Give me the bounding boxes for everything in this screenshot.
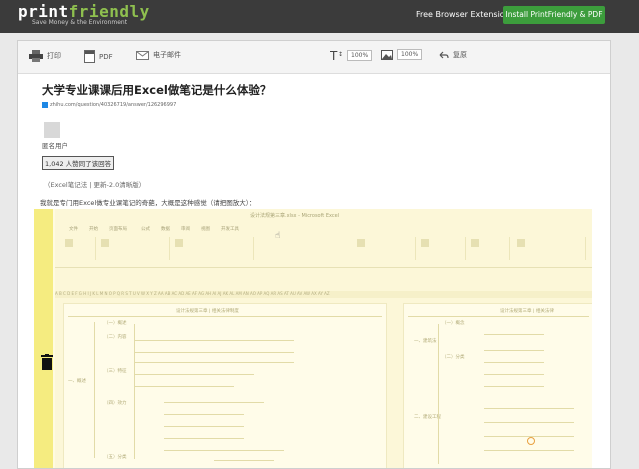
toolbar: 打印 PDF 电子邮件 T ↕ 100% 100% 复原 — [18, 41, 610, 74]
connector — [484, 408, 574, 409]
pdf-button[interactable]: PDF — [84, 50, 113, 63]
excel-ribbon: 文件 开始 页面布局 公式 数据 审阅 视图 开发工具 — [55, 222, 592, 268]
connector — [134, 374, 254, 375]
mindmap-node: 一、建筑法 — [414, 339, 437, 344]
excel-screenshot-image[interactable]: 设计法规第三章.xlsx - Microsoft Excel 文件 开始 页面布… — [34, 209, 592, 468]
tagline: Save Money & the Environment — [32, 19, 128, 26]
image-icon — [381, 49, 393, 60]
mindmap-root: 一、概述 — [68, 379, 86, 384]
excel-tab: 审阅 — [181, 227, 190, 232]
mindmap-node: （五）分类 — [104, 455, 127, 460]
top-banner: printfriendly Save Money & the Environme… — [0, 0, 639, 33]
username: 匿名用户 — [42, 142, 68, 150]
excel-window-title: 设计法规第三章.xlsx - Microsoft Excel — [250, 213, 340, 219]
mindmap-node: （二）分类 — [442, 355, 465, 360]
printer-icon — [29, 50, 43, 62]
pdf-label: PDF — [99, 52, 113, 61]
avatar — [44, 122, 60, 138]
connector — [134, 362, 294, 363]
mindmap-node: （三）特征 — [104, 369, 127, 374]
connector — [134, 352, 294, 353]
mindmap-node: （二）内容 — [104, 335, 127, 340]
ribbon-group — [173, 237, 254, 260]
right-heading: 设计法规第三章 | 相关法律 — [500, 309, 554, 314]
connector — [484, 374, 544, 375]
free-extension-text: Free Browser Extension! — [416, 10, 513, 19]
excel-tab: 公式 — [141, 227, 150, 232]
email-label: 电子邮件 — [153, 51, 181, 59]
connector — [484, 450, 574, 451]
connector — [164, 402, 264, 403]
text-size-icon: T ↕ — [330, 49, 343, 61]
ribbon-group — [99, 237, 170, 260]
ribbon-group — [469, 237, 510, 260]
article-title: 大学专业课课后用Excel做笔记是什么体验？ — [42, 83, 272, 97]
mindmap-node: （一）概述 — [104, 321, 127, 326]
trash-icon[interactable] — [41, 354, 53, 370]
excel-tab: 页面布局 — [109, 227, 127, 232]
pdf-icon — [84, 50, 95, 63]
print-label: 打印 — [47, 52, 61, 60]
excel-tab: 文件 — [69, 227, 78, 232]
text-size-control[interactable]: T ↕ 100% — [330, 49, 373, 61]
divider — [408, 316, 589, 317]
mindmap-node: 二、建设工程 — [414, 415, 441, 420]
excel-tab: 开发工具 — [221, 227, 239, 232]
zhihu-favicon-icon — [42, 102, 48, 108]
excel-tab: 数据 — [161, 227, 170, 232]
ribbon-group — [515, 237, 586, 260]
undo-label: 复原 — [453, 51, 467, 59]
column-ruler: A B C D E F G H I J K L M N O P Q R S T … — [55, 291, 592, 298]
connector — [164, 438, 244, 439]
undo-button[interactable]: 复原 — [439, 50, 467, 60]
intro-paragraph: 我就是专门用Excel做专业课笔记的奇葩，大概是这种感觉（请把图放大）： — [40, 199, 256, 207]
connector — [438, 324, 439, 464]
excel-tab: 视图 — [201, 227, 210, 232]
left-heading: 设计法规第三章 | 相关法律制度 — [176, 309, 239, 314]
mindmap-node: （四）效力 — [104, 401, 127, 406]
embedded-screenshot: 设计法规第三章.xlsx - Microsoft Excel 文件 开始 页面布… — [55, 209, 592, 468]
connector — [134, 386, 234, 387]
preview-panel: 打印 PDF 电子邮件 T ↕ 100% 100% 复原 大学专业课课后用Exce… — [17, 40, 611, 469]
overlay-marker-icon — [527, 437, 535, 445]
connector — [484, 362, 544, 363]
excel-tab: 开始 — [89, 227, 98, 232]
email-button[interactable]: 电子邮件 — [136, 50, 181, 60]
undo-icon — [439, 51, 449, 58]
svg-text:↕: ↕ — [338, 51, 343, 58]
envelope-icon — [136, 50, 149, 60]
connector — [164, 426, 244, 427]
connector — [94, 322, 95, 458]
image-size-value[interactable]: 100% — [397, 49, 423, 60]
vote-count: 1,042 人赞同了该回答 — [42, 156, 115, 170]
connector — [484, 422, 574, 423]
ribbon-group — [355, 237, 416, 260]
ribbon-group — [63, 237, 96, 260]
connector — [484, 386, 544, 387]
source-url-text: zhihu.com/question/40326719/answer/12629… — [50, 102, 177, 108]
image-size-control[interactable]: 100% — [381, 49, 423, 60]
article-content: 大学专业课课后用Excel做笔记是什么体验？ zhihu.com/questio… — [18, 74, 610, 468]
source-url[interactable]: zhihu.com/question/40326719/answer/12629… — [42, 102, 176, 108]
install-button[interactable]: Install PrintFriendly & PDF — [503, 6, 605, 24]
text-size-value[interactable]: 100% — [347, 49, 373, 61]
image-delete-bar[interactable] — [34, 209, 53, 468]
divider — [68, 316, 382, 317]
connector — [134, 340, 294, 341]
print-button[interactable]: 打印 — [29, 50, 61, 62]
connector — [484, 334, 544, 335]
svg-text:T: T — [330, 49, 338, 61]
connector — [484, 350, 544, 351]
left-sheet-page: 设计法规第三章 | 相关法律制度 （一）概述 （二）内容 （三）特征 （四）效力… — [63, 303, 387, 468]
subnote: （Excel笔记法 | 更新-2.0清晰版） — [44, 181, 146, 189]
right-sheet-page: 设计法规第三章 | 相关法律 （一）概念 （二）分类 一、建筑法 二、建设工程 — [403, 303, 592, 468]
mindmap-node: （一）概念 — [442, 321, 465, 326]
ribbon-group — [419, 237, 466, 260]
connector — [214, 460, 274, 461]
connector — [164, 414, 244, 415]
hand-cursor-icon: ☝ — [275, 231, 281, 241]
connector — [134, 324, 135, 459]
connector — [164, 450, 284, 451]
